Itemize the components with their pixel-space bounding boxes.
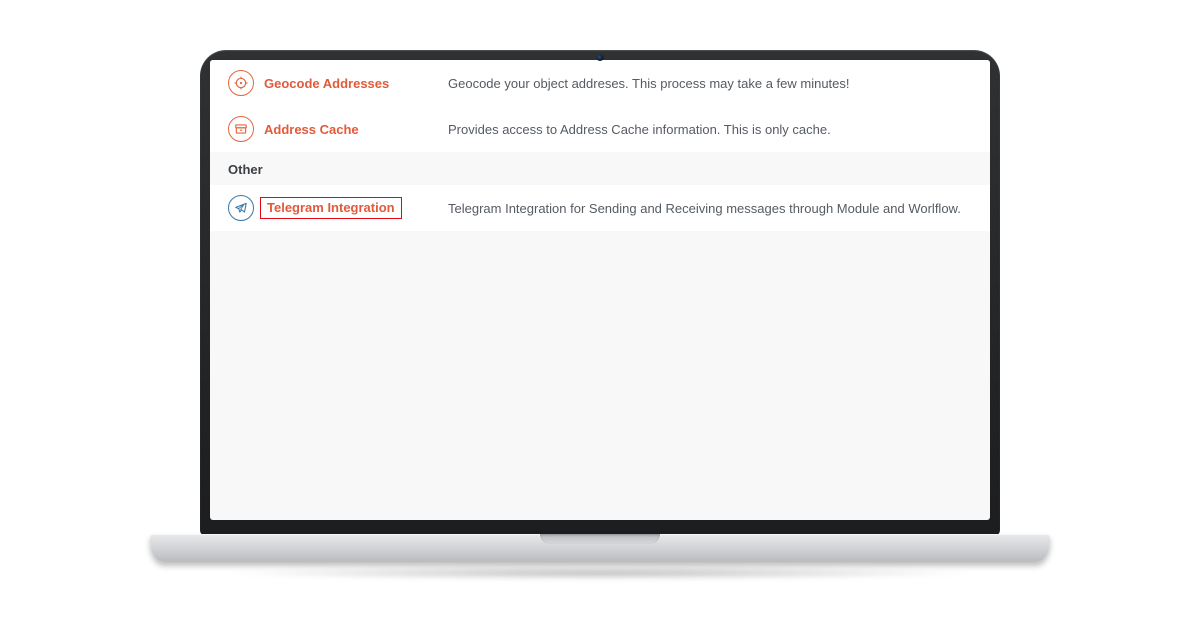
section-header-other: Other [210, 152, 990, 185]
stage: Geocode Addresses Geocode your object ad… [0, 0, 1200, 630]
highlight-telegram: Telegram Integration [260, 197, 402, 219]
link-telegram[interactable]: Telegram Integration [264, 197, 424, 219]
shadow [220, 566, 980, 580]
list-item-geocode[interactable]: Geocode Addresses Geocode your object ad… [210, 60, 990, 106]
desc-telegram: Telegram Integration for Sending and Rec… [424, 201, 972, 216]
archive-icon [228, 116, 254, 142]
empty-area [210, 231, 990, 491]
list-item-address-cache[interactable]: Address Cache Provides access to Address… [210, 106, 990, 152]
link-geocode[interactable]: Geocode Addresses [264, 76, 424, 91]
screen: Geocode Addresses Geocode your object ad… [210, 60, 990, 520]
link-address-cache[interactable]: Address Cache [264, 122, 424, 137]
desc-address-cache: Provides access to Address Cache informa… [424, 122, 972, 137]
settings-list: Geocode Addresses Geocode your object ad… [210, 60, 990, 520]
camera-icon [597, 54, 604, 61]
laptop-mockup: Geocode Addresses Geocode your object ad… [150, 50, 1050, 580]
target-icon [228, 70, 254, 96]
laptop-lid: Geocode Addresses Geocode your object ad… [200, 50, 1000, 536]
telegram-icon [228, 195, 254, 221]
desc-geocode: Geocode your object addreses. This proce… [424, 76, 972, 91]
list-item-telegram[interactable]: Telegram Integration Telegram Integratio… [210, 185, 990, 231]
laptop-base [150, 534, 1050, 562]
